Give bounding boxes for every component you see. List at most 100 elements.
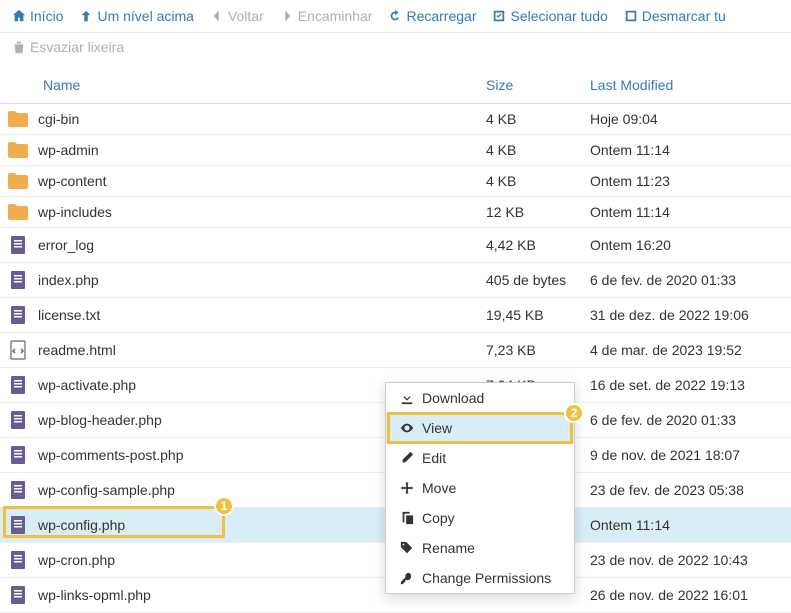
cell-size: 4 KB — [486, 173, 590, 189]
file-name: wp-includes — [38, 204, 112, 220]
file-name: readme.html — [38, 342, 116, 358]
ctx-download[interactable]: Download — [386, 383, 574, 413]
cell-modified: 9 de nov. de 2021 18:07 — [590, 447, 783, 463]
home-button[interactable]: Início — [12, 8, 63, 24]
folder-icon — [8, 173, 28, 189]
tag-icon — [400, 541, 414, 555]
header-size[interactable]: Size — [486, 77, 590, 93]
toolbar-row2: Esvaziar lixeira — [0, 33, 791, 67]
cell-name: wp-includes — [8, 204, 486, 220]
table-row[interactable]: error_log4,42 KBOntem 16:20 — [0, 228, 791, 263]
back-button: Voltar — [210, 8, 264, 24]
copy-icon — [400, 511, 414, 525]
file-name: index.php — [38, 272, 99, 288]
cell-modified: Ontem 16:20 — [590, 237, 783, 253]
table-row[interactable]: wp-content 4 KBOntem 11:23 — [0, 166, 791, 197]
file-name: license.txt — [38, 307, 100, 323]
ctx-label: Edit — [422, 450, 446, 466]
ctx-label: View — [422, 420, 452, 436]
cell-modified: 23 de fev. de 2023 05:38 — [590, 482, 783, 498]
file-icon — [8, 410, 28, 430]
cell-size: 12 KB — [486, 204, 590, 220]
ctx-pencil[interactable]: Edit — [386, 443, 574, 473]
cell-size: 4 KB — [486, 142, 590, 158]
forward-icon — [280, 9, 294, 23]
up-icon — [79, 9, 93, 23]
file-name: wp-activate.php — [38, 377, 136, 393]
file-name: wp-admin — [38, 142, 99, 158]
folder-icon — [8, 111, 28, 127]
file-name: wp-links-opml.php — [38, 587, 151, 603]
table-row[interactable]: index.php405 de bytes6 de fev. de 2020 0… — [0, 263, 791, 298]
unselect-button[interactable]: Desmarcar tu — [624, 8, 726, 24]
check-icon — [492, 9, 506, 23]
file-name: cgi-bin — [38, 111, 79, 127]
cell-modified: Ontem 11:14 — [590, 517, 783, 533]
toolbar: Início Um nível acima Voltar Encaminhar … — [0, 0, 791, 33]
cell-modified: Ontem 11:14 — [590, 142, 783, 158]
cell-name: error_log — [8, 235, 486, 255]
table-row[interactable]: cgi-bin4 KBHoje 09:04 — [0, 104, 791, 135]
file-name: wp-cron.php — [38, 552, 115, 568]
cell-name: cgi-bin — [8, 111, 486, 127]
file-name: wp-config-sample.php — [38, 482, 175, 498]
file-icon — [8, 270, 28, 290]
cell-size: 7,23 KB — [486, 342, 590, 358]
file-name: wp-content — [38, 173, 106, 189]
table-row[interactable]: license.txt 19,45 KB31 de dez. de 2022 19… — [0, 298, 791, 333]
empty-trash-button: Esvaziar lixeira — [12, 39, 124, 55]
reload-button[interactable]: Recarregar — [388, 8, 476, 24]
ctx-move[interactable]: Move — [386, 473, 574, 503]
select-all-button[interactable]: Selecionar tudo — [492, 8, 607, 24]
table-row[interactable]: wp-admin 4 KBOntem 11:14 — [0, 135, 791, 166]
file-icon — [8, 375, 28, 395]
file-name: wp-config.php — [38, 517, 125, 533]
cell-modified: 31 de dez. de 2022 19:06 — [590, 307, 783, 323]
file-icon — [8, 305, 28, 325]
folder-icon — [8, 204, 28, 220]
header-name[interactable]: Name — [8, 77, 486, 93]
pencil-icon — [400, 451, 414, 465]
cell-name: wp-content — [8, 173, 486, 189]
ctx-label: Download — [422, 390, 484, 406]
square-icon — [624, 9, 638, 23]
ctx-key[interactable]: Change Permissions — [386, 563, 574, 593]
table-row[interactable]: readme.html7,23 KB4 de mar. de 2023 19:5… — [0, 333, 791, 368]
cell-modified: Hoje 09:04 — [590, 111, 783, 127]
file-icon — [8, 235, 28, 255]
cell-name: readme.html — [8, 340, 486, 360]
reload-icon — [388, 9, 402, 23]
up-button[interactable]: Um nível acima — [79, 8, 193, 24]
download-icon — [400, 391, 414, 405]
forward-button: Encaminhar — [280, 8, 373, 24]
ctx-copy[interactable]: Copy — [386, 503, 574, 533]
back-icon — [210, 9, 224, 23]
file-icon — [8, 585, 28, 605]
cell-modified: 26 de nov. de 2022 16:01 — [590, 587, 783, 603]
file-icon — [8, 480, 28, 500]
header-modified[interactable]: Last Modified — [590, 77, 783, 93]
cell-modified: Ontem 11:14 — [590, 204, 783, 220]
cell-name: license.txt — [8, 305, 486, 325]
folder-icon — [8, 142, 28, 158]
table-row[interactable]: wp-includes 12 KBOntem 11:14 — [0, 197, 791, 228]
html-file-icon — [8, 340, 28, 360]
key-icon — [400, 571, 414, 585]
ctx-label: Move — [422, 480, 456, 496]
cell-modified: Ontem 11:23 — [590, 173, 783, 189]
cell-size: 4,42 KB — [486, 237, 590, 253]
cell-modified: 23 de nov. de 2022 10:43 — [590, 552, 783, 568]
ctx-tag[interactable]: Rename — [386, 533, 574, 563]
context-menu: Download View2 Edit Move Copy Rename Change Pe… — [385, 382, 575, 594]
home-icon — [12, 9, 26, 23]
file-icon — [8, 550, 28, 570]
ctx-eye[interactable]: View2 — [386, 413, 574, 443]
ctx-label: Change Permissions — [422, 570, 551, 586]
cell-modified: 6 de fev. de 2020 01:33 — [590, 272, 783, 288]
file-name: wp-blog-header.php — [38, 412, 162, 428]
cell-size: 19,45 KB — [486, 307, 590, 323]
ctx-label: Copy — [422, 510, 455, 526]
table-header: Name Size Last Modified — [0, 67, 791, 104]
file-icon — [8, 445, 28, 465]
cell-modified: 6 de fev. de 2020 01:33 — [590, 412, 783, 428]
